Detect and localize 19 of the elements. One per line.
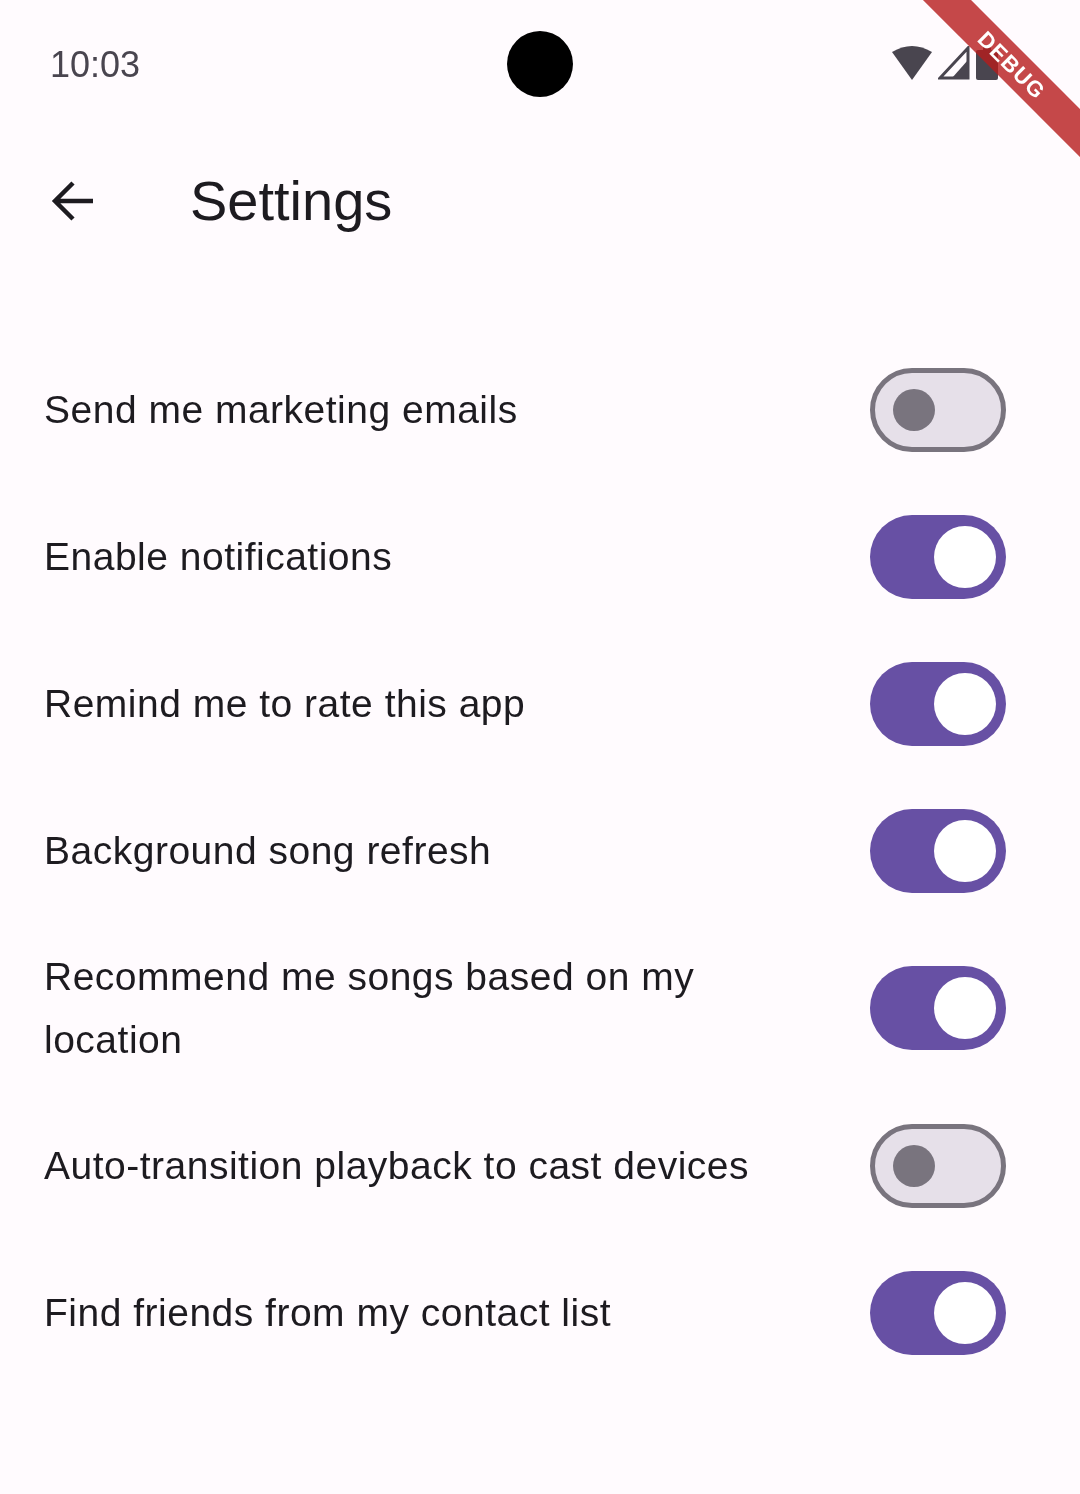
- signal-icon: [938, 46, 970, 80]
- setting-label: Background song refresh: [44, 828, 493, 874]
- switch-thumb: [934, 672, 996, 735]
- switch-thumb: [893, 388, 935, 431]
- setting-label: Enable notifications: [44, 534, 394, 580]
- setting-label: Find friends from my contact list: [44, 1290, 612, 1336]
- status-time: 10:03: [50, 43, 141, 87]
- switch-thumb: [893, 1144, 935, 1187]
- wifi-icon: [892, 46, 932, 80]
- screen-title: Settings: [190, 168, 393, 234]
- switch-thumb: [934, 977, 996, 1039]
- back-arrow-icon: [51, 181, 95, 221]
- setting-label: Send me marketing emails: [44, 387, 519, 433]
- setting-label: Recommend me songs based on my location: [44, 954, 696, 1063]
- switch-thumb: [934, 819, 996, 882]
- switch-thumb: [934, 1281, 996, 1344]
- setting-label: Remind me to rate this app: [44, 681, 527, 727]
- setting-label: Auto-transition playback to cast devices: [44, 1143, 750, 1189]
- switch-thumb: [934, 525, 996, 588]
